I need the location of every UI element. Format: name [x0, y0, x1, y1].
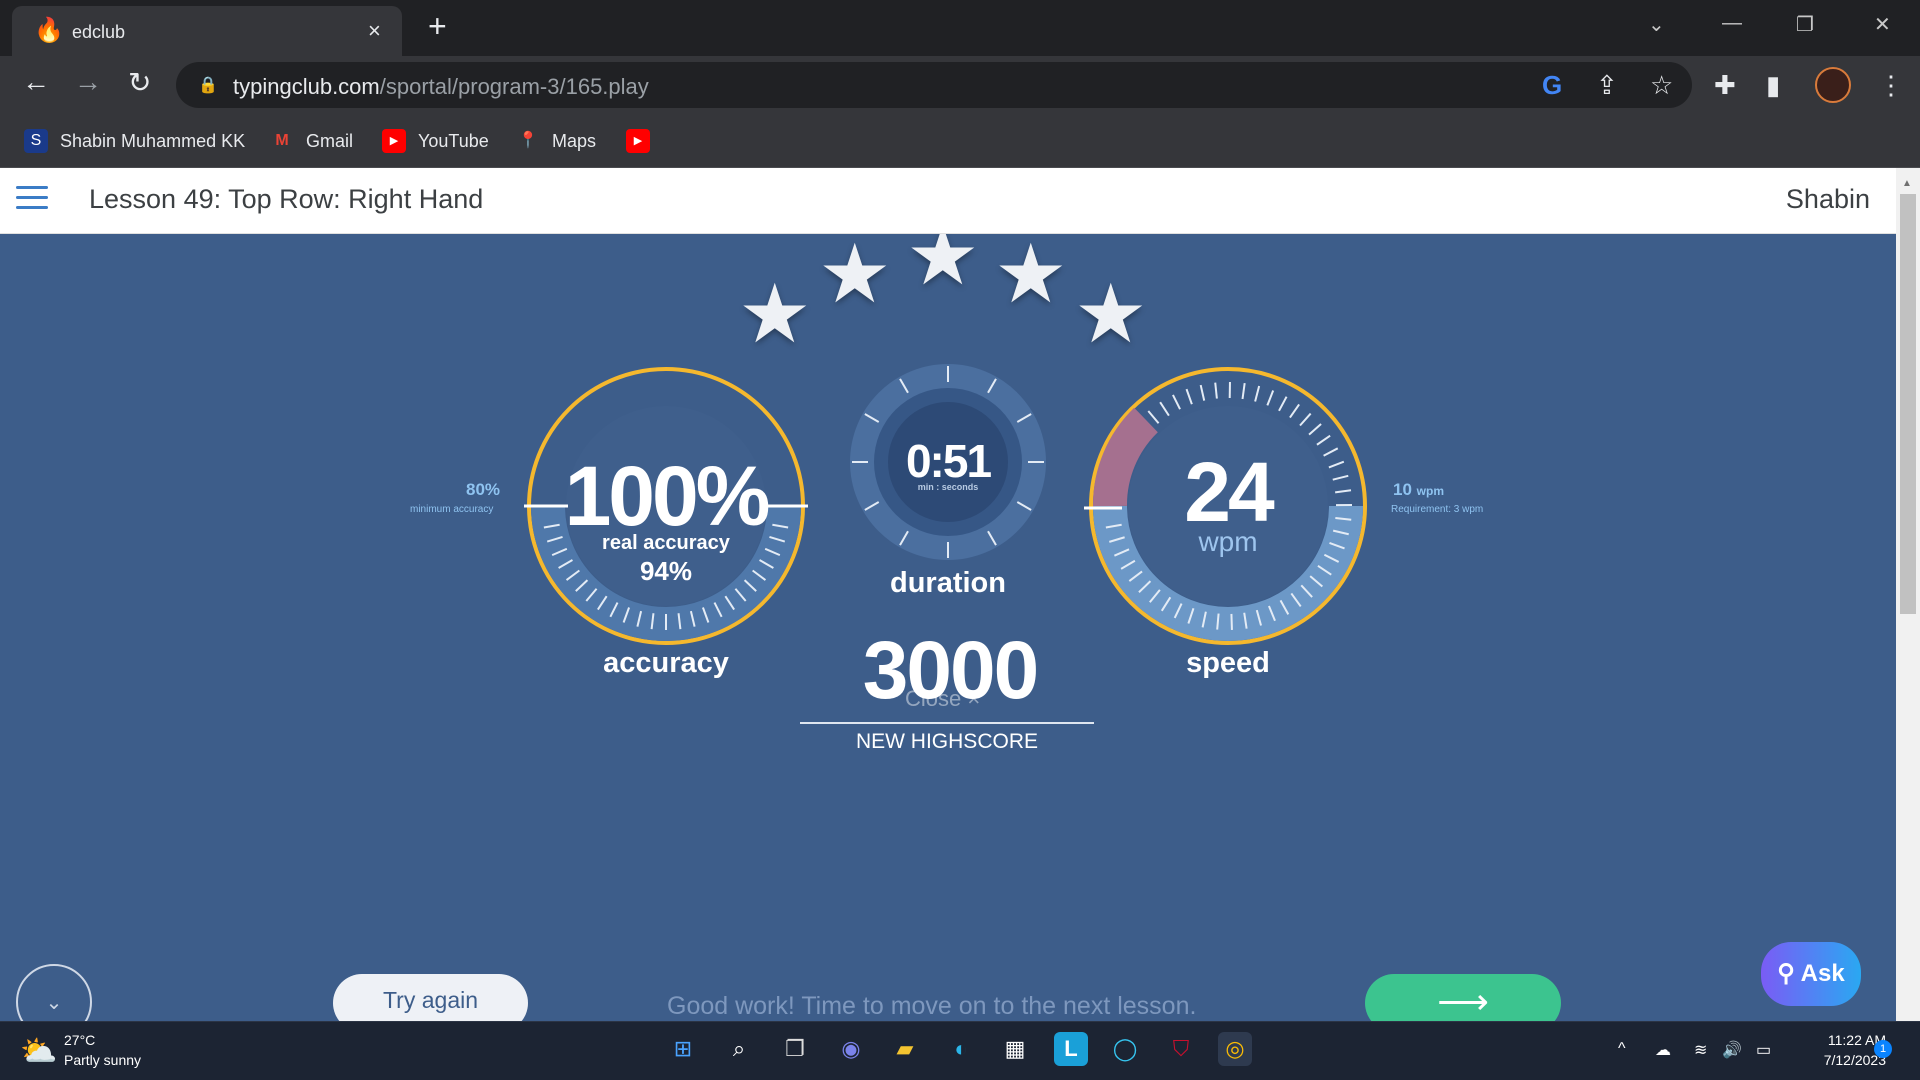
duration-label: duration [890, 567, 1006, 599]
weather-partly-sunny-icon[interactable]: ⛅ [20, 1034, 57, 1069]
os-taskbar: ⛅ 27°C Partly sunny ⊞ ⌕ ❐ ◉ ▰ ◐ ▦ L ◯ ⛉ … [0, 1021, 1920, 1080]
youtube-icon: ▶ [382, 129, 406, 153]
mcafee-shield-icon[interactable]: ⛉ [1164, 1032, 1198, 1066]
chrome-icon[interactable]: ◎ [1218, 1032, 1252, 1066]
wifi-icon[interactable]: ≋ [1694, 1040, 1707, 1060]
accuracy-value: 100% [564, 449, 771, 543]
browser-tab[interactable]: 🔥 edclub × [12, 6, 402, 56]
edclub-favicon-icon: 🔥 [34, 17, 64, 44]
close-window-icon[interactable]: ✕ [1874, 12, 1891, 37]
clock-time[interactable]: 11:22 AM [1796, 1032, 1886, 1048]
task-view-icon[interactable]: ❐ [778, 1032, 812, 1066]
notification-badge[interactable]: 1 [1874, 1040, 1892, 1058]
real-accuracy-label: real accuracy [602, 532, 730, 554]
minimum-accuracy-label: minimum accuracy [410, 504, 494, 515]
tab-title: edclub [72, 22, 126, 42]
speed-requirement-value: 10 wpm [1393, 480, 1444, 499]
close-button[interactable]: Close × [905, 686, 980, 712]
restore-icon[interactable]: ❐ [1796, 12, 1814, 37]
weather-condition[interactable]: Partly sunny [64, 1052, 141, 1068]
address-bar[interactable]: 🔒 typingclub.com/sportal/program-3/165.p… [176, 62, 1692, 108]
browser-toolbar: ← → ↻ 🔒 typingclub.com/sportal/program-3… [0, 56, 1920, 114]
microsoft-store-icon[interactable]: ▦ [998, 1032, 1032, 1066]
browser-tab-strip: 🔥 edclub × + ⌄ — ❐ ✕ [0, 0, 1920, 56]
results-panel: ★ ★ ★ ★ ★ 100% real accuracy 94% accurac… [0, 234, 1896, 1021]
bookmark-gmail[interactable]: M Gmail [270, 126, 353, 156]
clock-date[interactable]: 7/12/2023 [1796, 1052, 1886, 1068]
maps-pin-icon: 📍 [518, 132, 538, 149]
star-icon: ★ [994, 234, 1068, 320]
next-lesson-button[interactable]: ⟶ [1365, 974, 1561, 1021]
minimum-accuracy-value: 80% [466, 480, 501, 499]
bookmark-youtube-2[interactable]: ▶ [626, 126, 662, 156]
accuracy-label: accuracy [603, 647, 729, 679]
highscore-divider [800, 722, 1094, 724]
alexa-icon[interactable]: ◯ [1108, 1032, 1142, 1066]
ask-logo-icon: ⚲ [1777, 960, 1795, 987]
new-tab-button[interactable]: + [428, 8, 447, 45]
star-icon: ★ [738, 269, 812, 360]
lock-icon: 🔒 [198, 77, 218, 94]
star-icon: ★ [1074, 269, 1148, 360]
search-icon[interactable]: ⌕ [722, 1032, 756, 1066]
windows-start-icon[interactable]: ⊞ [666, 1032, 700, 1066]
volume-icon[interactable]: 🔊 [1722, 1040, 1742, 1060]
completion-message: Good work! Time to move on to the next l… [667, 992, 1197, 1020]
bookmark-maps[interactable]: 📍 Maps [516, 126, 596, 156]
teams-chat-icon[interactable]: ◉ [834, 1032, 868, 1066]
extensions-icon[interactable]: ✚ [1714, 70, 1736, 101]
back-icon[interactable]: ← [22, 66, 50, 98]
star-icon: ★ [818, 234, 892, 320]
scroll-down-button[interactable]: ⌄ [16, 964, 92, 1021]
forward-icon[interactable]: → [74, 66, 102, 98]
star-icon: ★ [906, 234, 980, 302]
gauge-tick [1216, 613, 1220, 630]
lesson-title: Lesson 49: Top Row: Right Hand [89, 184, 484, 214]
scroll-up-arrow-icon[interactable]: ▲ [1902, 178, 1912, 189]
l-app-icon[interactable]: L [1054, 1032, 1088, 1066]
battery-icon[interactable]: ▭ [1756, 1040, 1771, 1060]
hamburger-menu-icon[interactable] [16, 186, 48, 210]
gauge-tick [1230, 613, 1233, 630]
profile-s-icon: S [24, 129, 48, 153]
duration-value: 0:51 [905, 435, 992, 487]
speed-label: speed [1186, 647, 1270, 679]
file-explorer-icon[interactable]: ▰ [888, 1032, 922, 1066]
bookmark-youtube[interactable]: ▶ YouTube [382, 126, 489, 156]
try-again-button[interactable]: Try again [333, 974, 528, 1021]
profile-avatar[interactable] [1815, 67, 1851, 103]
page-scrollbar[interactable]: ▲ [1896, 168, 1920, 1021]
show-hidden-icons-icon[interactable]: ^ [1618, 1040, 1626, 1058]
edge-browser-icon[interactable]: ◐ [944, 1032, 978, 1066]
gmail-icon: M [275, 132, 289, 149]
tab-search-icon[interactable]: ⌄ [1648, 12, 1665, 37]
url-text[interactable]: typingclub.com/sportal/program-3/165.pla… [233, 74, 649, 100]
side-panel-icon[interactable]: ▮ [1766, 70, 1780, 101]
bookmark-star-icon[interactable]: ☆ [1650, 70, 1673, 101]
share-icon[interactable]: ⇪ [1596, 70, 1618, 101]
youtube-icon: ▶ [626, 129, 650, 153]
duration-unit: min : seconds [917, 482, 979, 492]
scrollbar-thumb[interactable] [1900, 194, 1916, 614]
user-name[interactable]: Shabin [1786, 184, 1870, 215]
bookmark-shabin[interactable]: S Shabin Muhammed KK [24, 126, 245, 156]
reload-icon[interactable]: ↻ [128, 66, 151, 99]
onedrive-cloud-icon[interactable]: ☁ [1655, 1040, 1671, 1060]
speed-requirement-label: Requirement: 3 wpm [1391, 504, 1484, 515]
bookmarks-bar: S Shabin Muhammed KK M Gmail ▶ YouTube 📍… [0, 114, 1920, 168]
minimize-icon[interactable]: — [1722, 12, 1742, 35]
new-highscore-label: NEW HIGHSCORE [855, 730, 1038, 753]
real-accuracy-value: 94% [639, 556, 693, 586]
page-header: Lesson 49: Top Row: Right Hand Shabin [0, 168, 1896, 234]
google-icon[interactable]: G [1542, 70, 1562, 101]
temperature[interactable]: 27°C [64, 1032, 95, 1048]
ask-button[interactable]: ⚲ Ask [1761, 942, 1861, 1006]
speed-unit: wpm [1198, 526, 1258, 557]
tab-close-button[interactable]: × [368, 18, 381, 44]
more-menu-icon[interactable]: ⋮ [1878, 70, 1904, 101]
